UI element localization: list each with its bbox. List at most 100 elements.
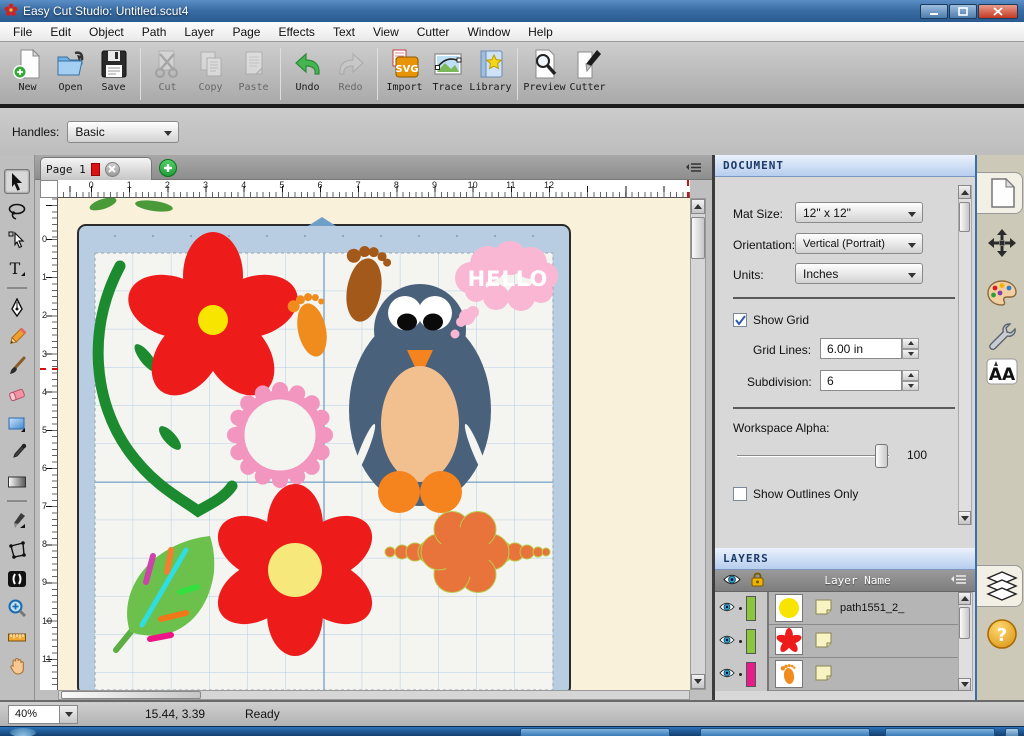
canvas-viewport[interactable]: HELLO: [58, 198, 690, 690]
lock-dot[interactable]: [739, 607, 742, 610]
units-select[interactable]: Inches: [795, 263, 923, 284]
maximize-button[interactable]: [949, 4, 977, 19]
help-tab[interactable]: ?: [986, 618, 1018, 650]
scrollbar-thumb[interactable]: [61, 691, 201, 699]
minimize-button[interactable]: [920, 4, 948, 19]
cut-button[interactable]: Cut: [146, 46, 189, 93]
menu-item[interactable]: Page: [223, 23, 269, 41]
layer-thumbnail-red-flower[interactable]: [775, 627, 803, 655]
colors-palette-tab[interactable]: [986, 277, 1018, 309]
mat-size-select[interactable]: 12" x 12": [795, 202, 923, 223]
menu-item[interactable]: Window: [458, 23, 519, 41]
taskbar-item[interactable]: [885, 728, 995, 736]
scrollbar-thumb[interactable]: [959, 607, 970, 639]
fonts-tab[interactable]: AA: [986, 355, 1018, 387]
document-properties-tab[interactable]: [986, 177, 1018, 209]
scroll-down-icon[interactable]: [691, 674, 705, 689]
subdivision-input[interactable]: 6: [820, 370, 902, 391]
document-panel-header[interactable]: DOCUMENT: [715, 155, 975, 177]
orientation-select[interactable]: Vertical (Portrait): [795, 233, 923, 254]
scroll-up-icon[interactable]: [958, 185, 971, 199]
zoom-dropdown-button[interactable]: [60, 705, 78, 724]
layer-thumbnail-yellow-circle[interactable]: [775, 594, 803, 622]
library-button[interactable]: Library: [469, 46, 512, 93]
menu-item[interactable]: Help: [519, 23, 562, 41]
pink-scallop-frame-shape[interactable]: [227, 382, 333, 488]
open-button[interactable]: Open: [49, 46, 92, 93]
document-panel-scrollbar[interactable]: [958, 185, 972, 525]
layer-thumbnail-orange-footprint[interactable]: [775, 660, 803, 688]
taskbar-item[interactable]: [520, 728, 670, 736]
redo-button[interactable]: Redo: [329, 46, 372, 93]
menu-item[interactable]: File: [4, 23, 41, 41]
menu-item[interactable]: Path: [133, 23, 176, 41]
save-button[interactable]: Save: [92, 46, 135, 93]
lock-dot[interactable]: [739, 640, 742, 643]
scroll-down-icon[interactable]: [958, 511, 971, 525]
layer-row[interactable]: [715, 658, 959, 691]
settings-wrench-tab[interactable]: [986, 320, 1018, 352]
layers-options-menu-icon[interactable]: [951, 574, 967, 588]
layers-panel-header[interactable]: LAYERS: [715, 548, 975, 570]
canvas-horizontal-scrollbar[interactable]: [58, 690, 690, 700]
scroll-up-icon[interactable]: [958, 592, 971, 605]
start-button[interactable]: [10, 728, 36, 736]
workspace-alpha-slider[interactable]: [737, 455, 889, 457]
page-color-swatch[interactable]: [91, 163, 100, 176]
node-select-tool[interactable]: [4, 227, 30, 252]
lock-dot[interactable]: [739, 673, 742, 676]
zoom-level-input[interactable]: 40%: [8, 705, 60, 724]
new-button[interactable]: New: [6, 46, 49, 93]
menu-item[interactable]: Text: [324, 23, 364, 41]
layer-row[interactable]: [715, 625, 959, 658]
slider-handle[interactable]: [875, 444, 888, 468]
note-icon[interactable]: [815, 599, 832, 618]
pan-hand-tool[interactable]: [4, 653, 30, 678]
show-outlines-checkbox[interactable]: [733, 487, 747, 501]
note-icon[interactable]: [815, 632, 832, 651]
tab-options-menu-icon[interactable]: [686, 162, 702, 176]
menu-item[interactable]: View: [364, 23, 408, 41]
measure-tool[interactable]: [4, 624, 30, 649]
shape-tool[interactable]: [4, 411, 30, 436]
scrollbar-thumb[interactable]: [691, 217, 705, 259]
grid-lines-spinner[interactable]: [902, 338, 919, 359]
lasso-tool[interactable]: [4, 198, 30, 223]
show-grid-checkbox[interactable]: [733, 313, 747, 327]
trace-button[interactable]: Trace: [426, 46, 469, 93]
visibility-eye-icon[interactable]: [719, 667, 735, 681]
menu-item[interactable]: Object: [80, 23, 133, 41]
pencil-tool[interactable]: [4, 324, 30, 349]
layer-row[interactable]: path1551_2_: [715, 592, 959, 625]
warp-node-tool[interactable]: [4, 537, 30, 562]
show-desktop-button[interactable]: [1005, 728, 1019, 736]
preview-button[interactable]: Preview: [523, 46, 566, 93]
menu-item[interactable]: Edit: [41, 23, 80, 41]
add-page-button[interactable]: [159, 159, 177, 177]
windows-taskbar[interactable]: [0, 726, 1024, 736]
select-tool[interactable]: [4, 169, 30, 194]
menu-item[interactable]: Effects: [269, 23, 323, 41]
gradient-tool[interactable]: [4, 469, 30, 494]
taskbar-item[interactable]: [700, 728, 870, 736]
visibility-eye-icon[interactable]: [719, 634, 735, 648]
layers-scrollbar[interactable]: [958, 592, 973, 691]
zoom-tool[interactable]: [4, 595, 30, 620]
import-button[interactable]: SVG Import: [383, 46, 426, 93]
scroll-up-icon[interactable]: [691, 199, 705, 214]
brush-tool[interactable]: [4, 353, 30, 378]
scroll-down-icon[interactable]: [958, 678, 971, 691]
note-icon[interactable]: [815, 665, 832, 684]
eraser-tool[interactable]: [4, 382, 30, 407]
layer-color-tag[interactable]: [746, 596, 756, 621]
scrollbar-thumb[interactable]: [959, 202, 970, 232]
grid-lines-input[interactable]: 6.00 in: [820, 338, 902, 359]
move-tab[interactable]: [986, 227, 1018, 259]
handles-select[interactable]: Basic: [67, 121, 179, 143]
knife-tool[interactable]: [4, 508, 30, 533]
canvas-vertical-scrollbar[interactable]: [690, 198, 706, 690]
eyedropper-tool[interactable]: [4, 440, 30, 465]
layers-tab[interactable]: [986, 570, 1018, 602]
copy-button[interactable]: Copy: [189, 46, 232, 93]
pen-tool[interactable]: [4, 295, 30, 320]
